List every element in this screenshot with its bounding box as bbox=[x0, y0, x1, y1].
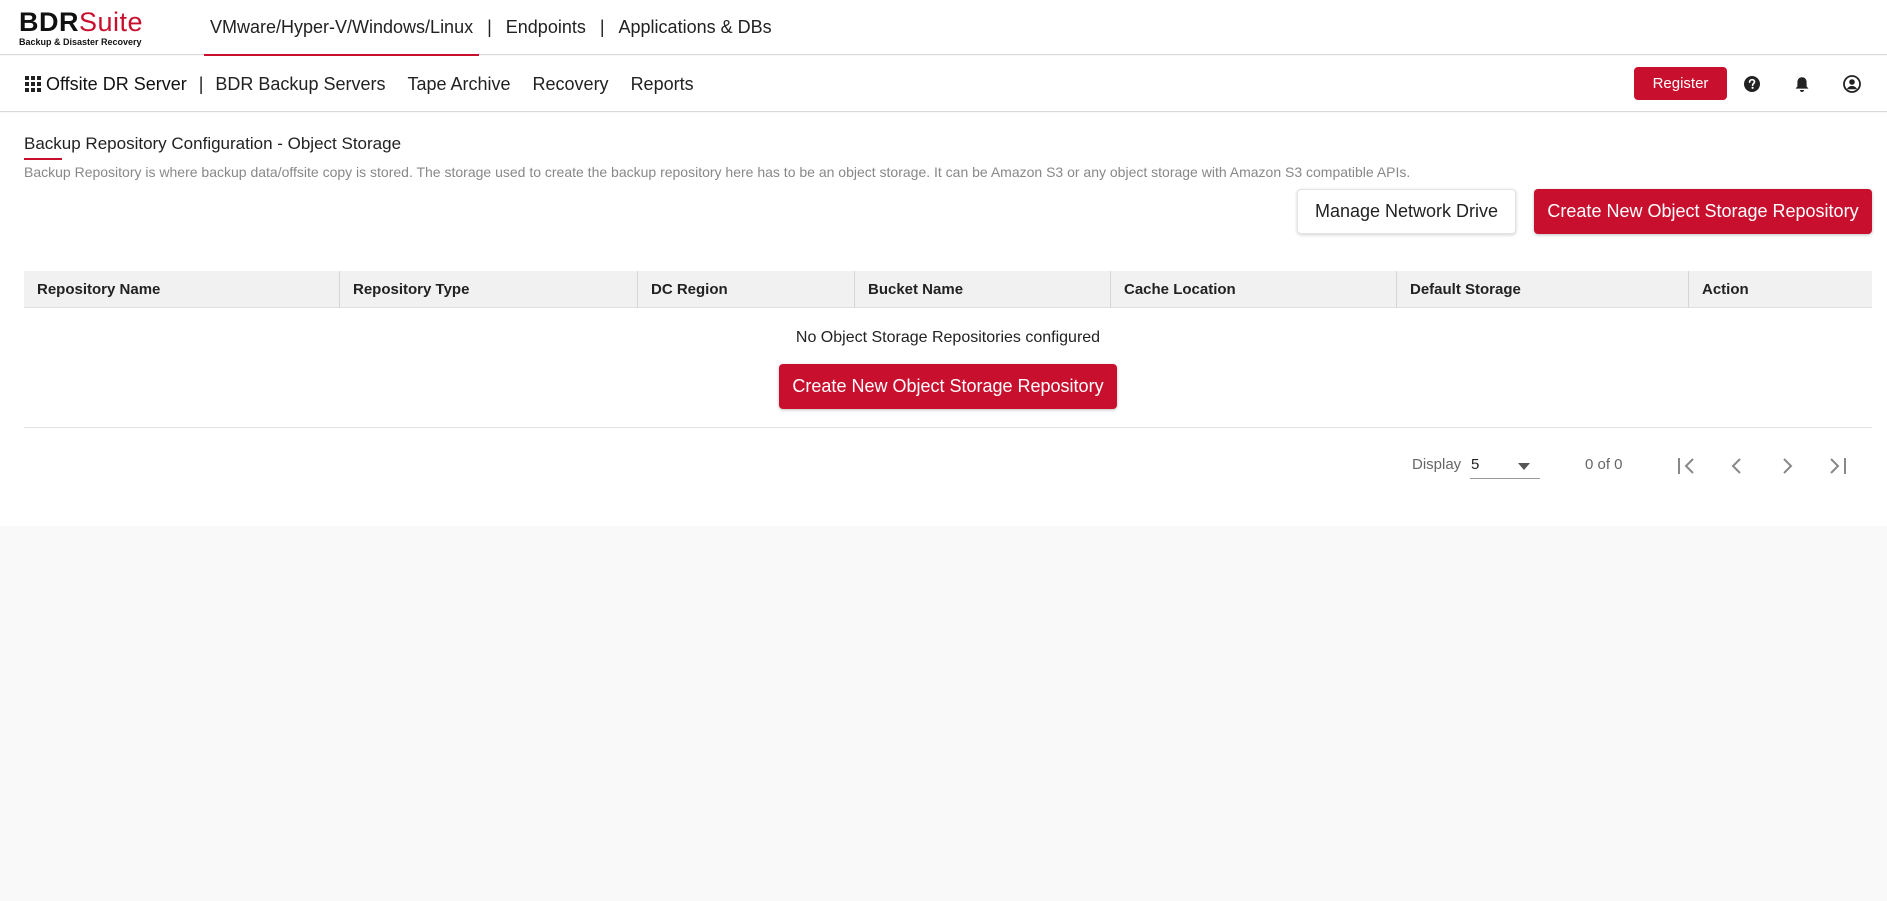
repository-content-panel: Backup Repository Configuration - Object… bbox=[0, 113, 1887, 526]
tab-applications-dbs[interactable]: Applications & DBs bbox=[613, 0, 778, 55]
page-description: Backup Repository is where backup data/o… bbox=[24, 164, 1411, 180]
sub-navigation: Offsite DR Server | BDR Backup Servers T… bbox=[25, 56, 716, 112]
column-header-bucket-name[interactable]: Bucket Name bbox=[854, 271, 1110, 308]
top-header: BDRSuite Backup & Disaster Recovery VMwa… bbox=[0, 0, 1887, 56]
tab-vmware-hyperv-windows-linux[interactable]: VMware/Hyper-V/Windows/Linux bbox=[204, 0, 480, 56]
product-tabs: VMware/Hyper-V/Windows/Linux | Endpoints… bbox=[204, 0, 778, 56]
column-header-action: Action bbox=[1688, 271, 1872, 308]
repository-table-header: Repository Name Repository Type DC Regio… bbox=[24, 271, 1872, 308]
pagination-count: 0 of 0 bbox=[1585, 456, 1623, 473]
pagination-display-label: Display bbox=[1412, 456, 1462, 473]
user-account-icon[interactable] bbox=[1843, 75, 1861, 93]
column-header-repository-name[interactable]: Repository Name bbox=[24, 271, 339, 308]
previous-page-icon[interactable] bbox=[1723, 452, 1751, 480]
create-object-storage-repository-button[interactable]: Create New Object Storage Repository bbox=[1534, 189, 1872, 234]
page-title: Backup Repository Configuration - Object… bbox=[24, 134, 402, 153]
nav-bdr-backup-servers[interactable]: BDR Backup Servers bbox=[215, 74, 385, 95]
nav-reports[interactable]: Reports bbox=[631, 74, 694, 95]
create-object-storage-repository-empty-button[interactable]: Create New Object Storage Repository bbox=[779, 364, 1117, 409]
tab-endpoints[interactable]: Endpoints bbox=[500, 0, 592, 55]
logo-wordmark: BDRSuite bbox=[19, 7, 144, 37]
empty-table-message: No Object Storage Repositories configure… bbox=[795, 329, 1101, 346]
nav-recovery[interactable]: Recovery bbox=[533, 74, 609, 95]
app-grid-icon[interactable] bbox=[25, 75, 42, 93]
column-header-default-storage[interactable]: Default Storage bbox=[1396, 271, 1688, 308]
caret-down-icon bbox=[1518, 463, 1530, 470]
sub-navigation-bar: Offsite DR Server | BDR Backup Servers T… bbox=[0, 56, 1887, 112]
title-underline bbox=[24, 158, 62, 160]
column-header-cache-location[interactable]: Cache Location bbox=[1110, 271, 1396, 308]
nav-separator: | bbox=[198, 73, 204, 94]
page-size-select[interactable]: 5 bbox=[1470, 453, 1540, 479]
column-header-dc-region[interactable]: DC Region bbox=[637, 271, 854, 308]
tab-separator: | bbox=[487, 17, 492, 37]
page-size-value: 5 bbox=[1471, 456, 1480, 473]
server-name[interactable]: Offsite DR Server bbox=[46, 74, 187, 95]
column-header-repository-type[interactable]: Repository Type bbox=[339, 271, 637, 308]
manage-network-drive-button[interactable]: Manage Network Drive bbox=[1297, 189, 1516, 234]
help-icon[interactable] bbox=[1743, 75, 1761, 93]
first-page-icon[interactable] bbox=[1673, 452, 1701, 480]
logo-tagline: Backup & Disaster Recovery bbox=[19, 37, 142, 47]
tab-separator: | bbox=[599, 17, 605, 37]
next-page-icon[interactable] bbox=[1773, 452, 1801, 480]
last-page-icon[interactable] bbox=[1823, 452, 1851, 480]
register-button[interactable]: Register bbox=[1634, 67, 1727, 100]
bdrsuite-logo[interactable]: BDRSuite Backup & Disaster Recovery bbox=[19, 7, 144, 48]
bell-icon[interactable] bbox=[1793, 75, 1811, 93]
table-divider bbox=[24, 427, 1872, 428]
nav-tape-archive[interactable]: Tape Archive bbox=[407, 74, 510, 95]
